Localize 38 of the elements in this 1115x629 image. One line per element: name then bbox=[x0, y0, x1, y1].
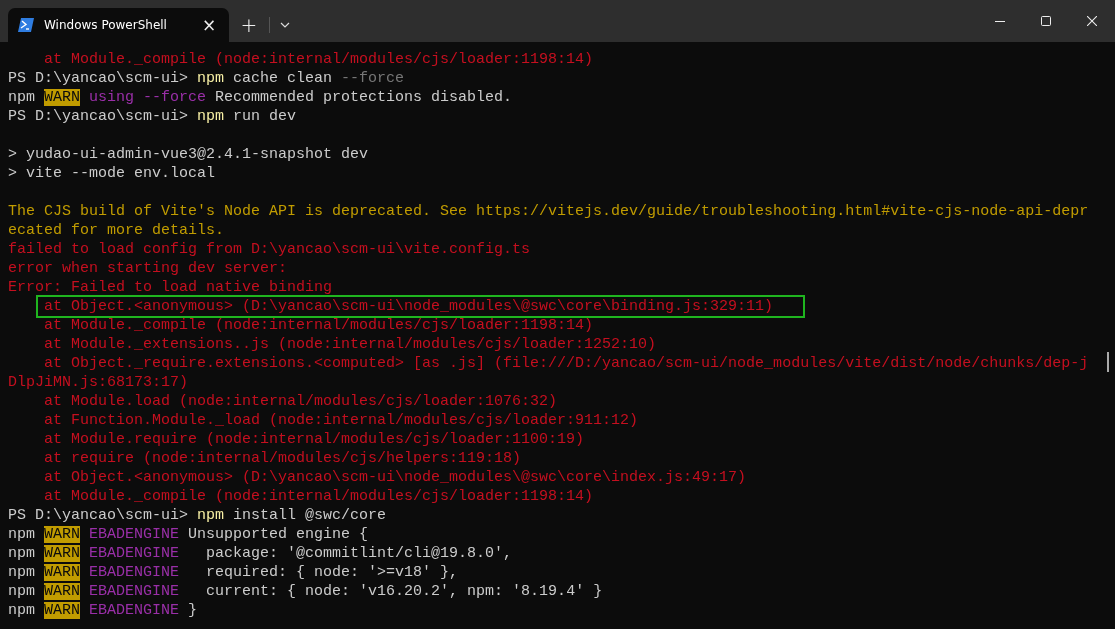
terminal-line: The CJS build of Vite's Node API is deprecated. See https://vitejs.dev/guide/troubleshooting.html#vite-cjs-node-api-depr bbox=[8, 202, 1089, 221]
scrollbar-thumb[interactable] bbox=[1107, 352, 1109, 372]
tab-title: Windows PowerShell bbox=[44, 18, 168, 32]
terminal-line: npm WARN EBADENGINE Unsupported engine { bbox=[8, 525, 369, 544]
terminal-line: at Module._compile (node:internal/modules/cjs/loader:1198:14) bbox=[43, 316, 594, 335]
terminal-line: ecated for more details. bbox=[8, 221, 225, 240]
terminal-line: npm WARN EBADENGINE } bbox=[8, 601, 198, 620]
terminal-line: at Module._extensions..js (node:internal/modules/cjs/loader:1252:10) bbox=[43, 335, 657, 354]
terminal-line: > vite --mode env.local bbox=[8, 164, 216, 183]
terminal-line: PS D:\yancao\scm-ui> npm cache clean --force bbox=[8, 69, 405, 88]
terminal-line: Error: Failed to load native binding bbox=[8, 278, 333, 297]
chevron-down-icon bbox=[280, 22, 290, 28]
terminal-line: at Object.<anonymous> (D:\yancao\scm-ui\node_modules\@swc\core\binding.js:329:11) bbox=[38, 297, 804, 316]
close-tab-button[interactable]: × bbox=[199, 13, 219, 37]
terminal-line: at require (node:internal/modules/cjs/helpers:119:18) bbox=[43, 449, 522, 468]
terminal-line: error when starting dev server: bbox=[8, 259, 288, 278]
close-icon bbox=[1087, 16, 1097, 26]
terminal-line: npm WARN EBADENGINE required: { node: '>=v18' }, bbox=[8, 563, 459, 582]
terminal-line: at Module._compile (node:internal/modules/cjs/loader:1198:14) bbox=[43, 50, 594, 69]
terminal-line: npm WARN using --force Recommended protections disabled. bbox=[8, 88, 513, 107]
terminal-line: PS D:\yancao\scm-ui> npm install @swc/core bbox=[8, 506, 387, 525]
terminal-line: at Function.Module._load (node:internal/modules/cjs/loader:911:12) bbox=[43, 411, 639, 430]
terminal-line: PS D:\yancao\scm-ui> npm run dev bbox=[8, 107, 297, 126]
terminal-line: DlpJiMN.js:68173:17) bbox=[8, 373, 189, 392]
terminal-line: npm WARN EBADENGINE package: '@commitlint/cli@19.8.0', bbox=[8, 544, 513, 563]
terminal-tab[interactable]: Windows PowerShell × bbox=[8, 8, 229, 42]
terminal-line: > yudao-ui-admin-vue3@2.4.1-snapshot dev bbox=[8, 145, 369, 164]
terminal-line: at Object._require.extensions.<computed> [as .js] (file:///D:/yancao/scm-ui/node_modules/vite/dist/node/chunks/dep-j bbox=[43, 354, 1089, 373]
terminal-line: npm WARN EBADENGINE current: { node: 'v16.20.2', npm: '8.19.4' } bbox=[8, 582, 603, 601]
terminal-line: at Object.<anonymous> (D:\yancao\scm-ui\node_modules\@swc\core\index.js:49:17) bbox=[43, 468, 747, 487]
terminal-line: failed to load config from D:\yancao\scm-ui\vite.config.ts bbox=[8, 240, 531, 259]
maximize-icon bbox=[1041, 16, 1051, 26]
terminal-line: at Module._compile (node:internal/modules/cjs/loader:1198:14) bbox=[43, 487, 594, 506]
minimize-icon bbox=[995, 20, 1005, 22]
terminal-prompt-icon bbox=[18, 18, 34, 32]
terminal-line: at Module.require (node:internal/modules/cjs/loader:1100:19) bbox=[43, 430, 585, 449]
terminal-line: at Module.load (node:internal/modules/cjs/loader:1076:32) bbox=[43, 392, 558, 411]
new-tab-button[interactable]: + bbox=[229, 8, 269, 42]
